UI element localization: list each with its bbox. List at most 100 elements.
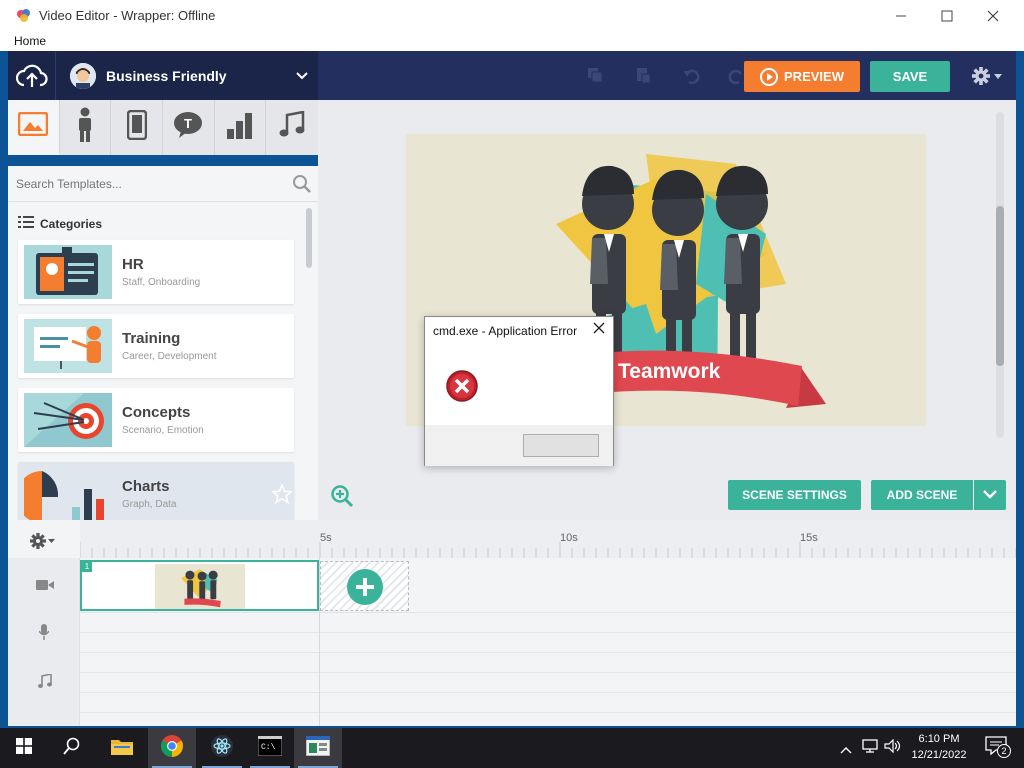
concepts-thumbnail	[24, 393, 112, 447]
error-icon	[445, 369, 479, 408]
dialog-close-button[interactable]	[593, 321, 605, 338]
atom-icon	[210, 734, 234, 763]
add-scene-button[interactable]: ADD SCENE	[871, 480, 973, 510]
menu-home[interactable]: Home	[14, 34, 46, 48]
notification-button[interactable]: 2	[978, 728, 1014, 768]
category-subtitle: Career, Development	[122, 351, 217, 362]
window-titlebar: Video Editor - Wrapper: Offline	[0, 0, 1024, 31]
tick-label: 5s	[320, 532, 332, 544]
scene-clip[interactable]: 1	[80, 560, 319, 611]
upload-cloud-icon[interactable]	[8, 51, 56, 100]
taskbar-clock[interactable]: 6:10 PM 12/21/2022	[905, 731, 973, 763]
settings-gear-button[interactable]	[970, 64, 1006, 88]
undo-icon[interactable]	[676, 60, 706, 90]
chrome-icon	[160, 734, 184, 763]
add-scene-dropdown[interactable]	[974, 480, 1006, 510]
category-card-training[interactable]: Training Career, Development	[18, 314, 294, 378]
taskbar-video-editor[interactable]	[294, 728, 342, 768]
search-icon[interactable]	[292, 174, 312, 199]
notification-count: 2	[997, 743, 1011, 758]
stage-scrollbar[interactable]	[996, 112, 1004, 438]
template-search	[8, 166, 318, 202]
music-track	[80, 653, 1016, 673]
error-dialog: cmd.exe - Application Error	[424, 316, 614, 466]
chevron-up-icon[interactable]	[840, 741, 852, 759]
category-name: Training	[122, 330, 181, 347]
tab-charts[interactable]	[215, 100, 267, 155]
tick-label: 10s	[560, 532, 578, 544]
theme-name: Business Friendly	[106, 67, 227, 84]
terminal-icon: C:\	[257, 735, 283, 761]
tab-characters[interactable]	[60, 100, 112, 155]
music-icon	[279, 110, 305, 144]
stage-scrollbar-thumb[interactable]	[996, 206, 1004, 366]
clock-date: 12/21/2022	[911, 749, 967, 761]
dialog-ok-button[interactable]	[523, 434, 599, 457]
category-subtitle: Staff, Onboarding	[122, 277, 201, 288]
play-icon	[760, 67, 779, 86]
folder-icon	[110, 736, 134, 761]
music-track-2	[80, 673, 1016, 693]
network-icon[interactable]	[862, 739, 880, 758]
theme-selector[interactable]: Business Friendly	[8, 51, 318, 100]
category-name: HR	[122, 256, 144, 273]
tab-images[interactable]	[8, 100, 60, 155]
taskbar-chrome[interactable]	[148, 728, 196, 768]
timeline-ruler	[80, 520, 1016, 558]
hr-thumbnail	[24, 245, 112, 299]
search-input[interactable]	[16, 174, 286, 194]
star-icon[interactable]	[270, 482, 294, 509]
text-bubble-icon: T	[173, 111, 203, 144]
taskbar-terminal[interactable]: C:\	[246, 728, 294, 768]
voice-track	[80, 613, 1016, 633]
search-icon	[63, 737, 81, 760]
taskbar-search-button[interactable]	[48, 728, 96, 768]
category-card-hr[interactable]: HR Staff, Onboarding	[18, 240, 294, 304]
taskbar-electron-app[interactable]	[198, 728, 246, 768]
category-card-charts[interactable]: Charts Graph, Data	[18, 462, 294, 520]
close-window-button[interactable]	[970, 0, 1016, 31]
tab-music[interactable]	[266, 100, 318, 155]
maximize-button[interactable]	[924, 0, 970, 31]
dialog-title: cmd.exe - Application Error	[433, 324, 578, 338]
timeline-settings-button[interactable]	[28, 530, 62, 557]
copy-icon[interactable]	[580, 60, 610, 90]
plus-icon[interactable]	[347, 569, 383, 605]
minimize-button[interactable]	[878, 0, 924, 31]
add-scene-slot[interactable]	[320, 561, 409, 611]
tab-devices[interactable]	[111, 100, 164, 155]
dialog-footer	[425, 425, 613, 466]
clock-time: 6:10 PM	[918, 733, 960, 745]
paste-icon[interactable]	[628, 60, 658, 90]
preview-label: PREVIEW	[784, 69, 844, 84]
training-thumbnail	[24, 319, 112, 373]
scene-settings-button[interactable]: SCENE SETTINGS	[728, 480, 861, 510]
preview-button[interactable]: PREVIEW	[744, 61, 860, 92]
asset-tabs: T	[8, 100, 318, 155]
start-button[interactable]	[0, 728, 48, 768]
voice-track-2	[80, 633, 1016, 653]
notification-icon: 2	[985, 735, 1011, 761]
categories-header: Categories	[18, 216, 102, 231]
taskbar-file-explorer[interactable]	[98, 728, 146, 768]
zoom-in-icon[interactable]	[330, 484, 354, 513]
music-track-3	[80, 693, 1016, 713]
tick-label: 15s	[800, 532, 818, 544]
svg-text:T: T	[184, 116, 192, 131]
image-icon	[18, 111, 49, 141]
category-name: Concepts	[122, 404, 191, 421]
chevron-down-icon	[296, 67, 308, 85]
categories-scrollbar[interactable]	[306, 208, 312, 268]
scene-thumbnail	[155, 564, 245, 609]
volume-icon[interactable]	[884, 738, 902, 758]
character-icon	[74, 107, 96, 148]
category-subtitle: Scenario, Emotion	[122, 425, 204, 436]
charts-thumbnail	[24, 467, 112, 520]
banner-text: Teamwork	[618, 360, 721, 383]
categories-panel: Categories HR Staff, Onboarding Training…	[8, 202, 318, 520]
ruler-ticks	[80, 542, 1016, 558]
menu-bar: Home	[0, 31, 1024, 51]
category-card-concepts[interactable]: Concepts Scenario, Emotion	[18, 388, 294, 452]
tab-text[interactable]: T	[163, 100, 215, 155]
save-button[interactable]: SAVE	[870, 61, 950, 92]
